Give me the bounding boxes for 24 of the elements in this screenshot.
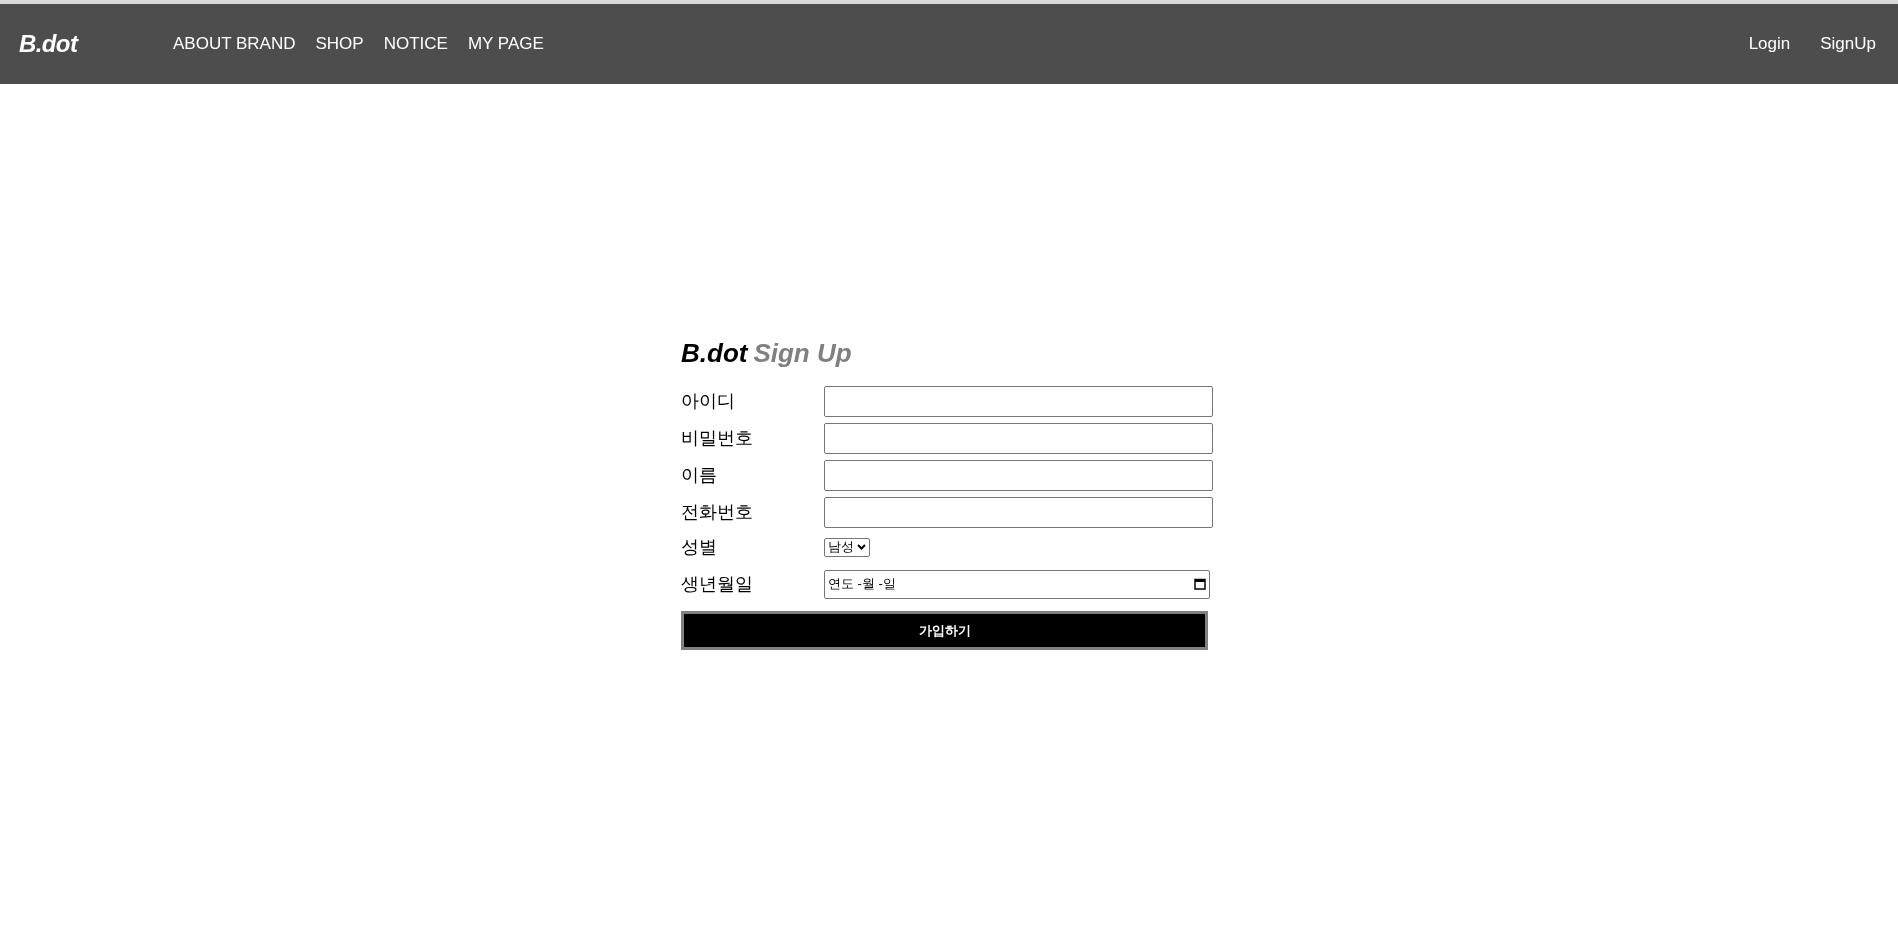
input-field[interactable] <box>824 497 1213 528</box>
signup-submit-button[interactable]: 가입하기 <box>681 611 1208 650</box>
field-label: 이름 <box>681 464 718 487</box>
date-field[interactable]: 연도 -월 -일 <box>824 569 1210 599</box>
input-field[interactable] <box>824 460 1213 491</box>
field-label: 성별 <box>681 535 718 559</box>
auth-link[interactable]: SignUp <box>1820 31 1876 57</box>
nav-link[interactable]: NOTICE <box>383 31 448 57</box>
brand-logo[interactable]: B.dot <box>19 26 173 62</box>
nav-link[interactable]: SHOP <box>315 31 364 57</box>
chevron-down-icon <box>857 544 866 550</box>
field-label: 비밀번호 <box>681 427 754 450</box>
form-title: Sign Up <box>753 337 852 370</box>
nav-link[interactable]: MY PAGE <box>467 31 544 57</box>
input-field[interactable] <box>824 386 1213 417</box>
field-label: 전화번호 <box>681 501 754 524</box>
form-title-brand: B.dot <box>681 337 748 370</box>
auth-link[interactable]: Login <box>1748 31 1791 57</box>
input-field[interactable] <box>824 423 1213 454</box>
nav-link[interactable]: ABOUT BRAND <box>173 31 296 57</box>
field-label: 생년월일 <box>681 572 754 596</box>
calendar-icon <box>1194 578 1206 590</box>
field-label: 아이디 <box>681 390 736 413</box>
gender-select[interactable]: 남성 <box>824 537 870 557</box>
